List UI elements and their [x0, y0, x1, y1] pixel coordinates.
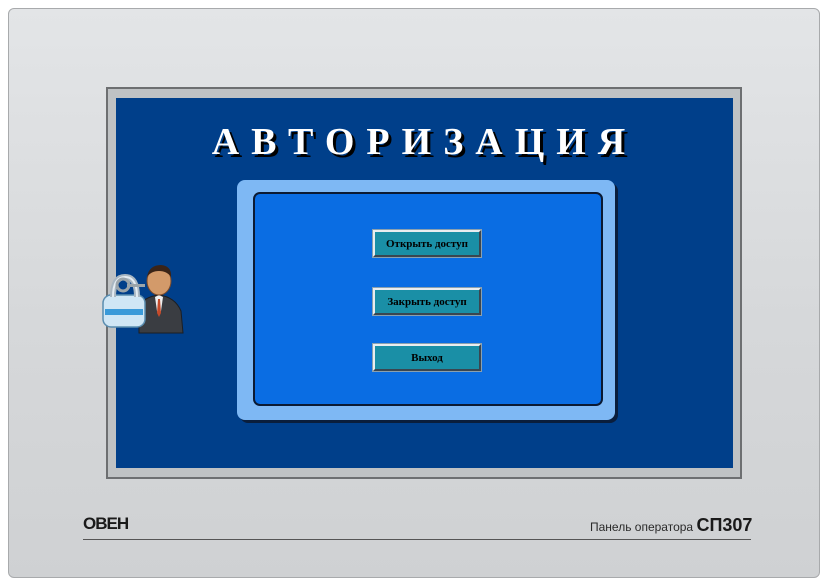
panel-label: Панель оператора — [590, 520, 694, 534]
open-access-button[interactable]: Открыть доступ — [372, 229, 482, 258]
hmi-screen: АВТОРИЗАЦИЯ Открыть доступ Закрыть досту… — [116, 98, 733, 468]
device-model-label: Панель оператора СП307 — [590, 515, 752, 536]
user-with-padlock-icon — [102, 265, 184, 334]
oven-logo: ОВЕН — [83, 514, 129, 533]
page-title: АВТОРИЗАЦИЯ — [211, 121, 638, 163]
model-name: СП307 — [696, 515, 753, 535]
exit-button[interactable]: Выход — [372, 343, 482, 372]
auth-panel-inner: Открыть доступ Закрыть доступ Выход — [253, 192, 603, 406]
auth-panel: Открыть доступ Закрыть доступ Выход — [237, 180, 615, 420]
brand-underline — [83, 539, 751, 540]
close-access-button[interactable]: Закрыть доступ — [372, 287, 482, 316]
